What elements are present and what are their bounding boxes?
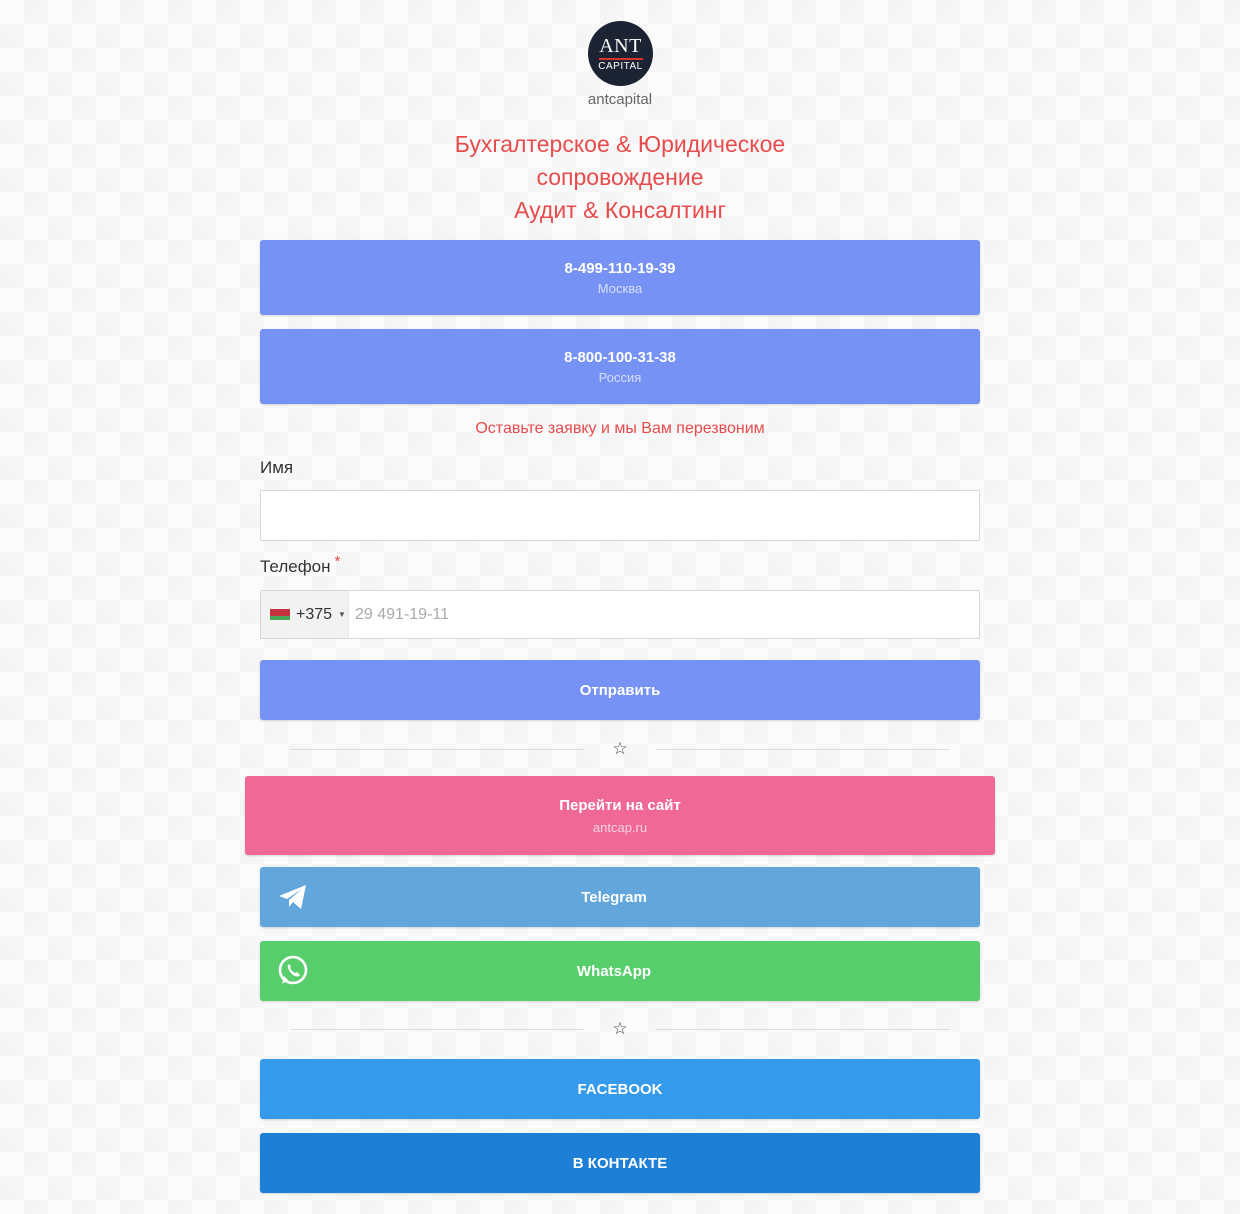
divider-line (656, 749, 950, 750)
whatsapp-icon (278, 955, 308, 985)
caret-down-icon: ▼ (338, 610, 346, 619)
star-icon: ☆ (612, 1019, 628, 1038)
star-icon: ☆ (612, 739, 628, 758)
visit-site-button[interactable]: Перейти на сайт antcap.ru (245, 776, 995, 855)
vkontakte-label: В КОНТАКТЕ (572, 1154, 668, 1172)
facebook-button[interactable]: FACEBOOK (260, 1059, 980, 1119)
phone-input[interactable]: 29 491-19-11 (349, 591, 979, 638)
page: ANT CAPITAL antcapital Бухгалтерское & Ю… (0, 0, 1240, 1214)
vkontakte-button[interactable]: В КОНТАКТЕ (260, 1133, 980, 1193)
divider: ☆ (290, 1019, 950, 1040)
country-code: +375 (296, 605, 333, 623)
logo-text-main: ANT (599, 34, 642, 57)
site-domain: antcap.ru (592, 819, 648, 835)
phone-region: Россия (598, 369, 642, 385)
divider-line (656, 1029, 950, 1030)
phone-input-group: +375 ▼ 29 491-19-11 (260, 590, 980, 639)
name-label-text: Имя (260, 458, 294, 477)
phone-region: Москва (597, 280, 643, 296)
flag-belarus-icon (270, 609, 290, 620)
avatar: ANT CAPITAL (588, 21, 653, 86)
phone-number: 8-499-110-19-39 (564, 259, 676, 277)
headline-line-2: сопровождение (536, 164, 704, 190)
logo-text-sub: CAPITAL (598, 60, 643, 72)
name-input[interactable] (260, 490, 980, 541)
country-code-select[interactable]: +375 ▼ (261, 591, 349, 638)
headline-line-1: Бухгалтерское & Юридическое (454, 131, 786, 157)
page-title: Бухгалтерское & Юридическое сопровождени… (0, 128, 1240, 227)
facebook-label: FACEBOOK (577, 1080, 663, 1098)
phone-label: Телефон * (260, 553, 340, 577)
phone-russia-button[interactable]: 8-800-100-31-38 Россия (260, 329, 980, 404)
divider-line (290, 1029, 584, 1030)
telegram-button[interactable]: Telegram (260, 867, 980, 927)
form-intro: Оставьте заявку и мы Вам перезвоним (475, 420, 765, 437)
logo-divider (598, 57, 643, 60)
divider-line (290, 749, 584, 750)
telegram-label: Telegram (581, 888, 647, 906)
whatsapp-button[interactable]: WhatsApp (260, 941, 980, 1001)
submit-label: Отправить (579, 681, 661, 699)
required-mark: * (334, 553, 341, 570)
name-label: Имя (260, 458, 293, 478)
headline-line-3: Аудит & Консалтинг (514, 197, 726, 223)
telegram-icon (279, 885, 306, 909)
divider: ☆ (290, 739, 950, 760)
username: antcapital (587, 91, 653, 108)
visit-site-label: Перейти на сайт (559, 796, 681, 814)
whatsapp-label: WhatsApp (576, 962, 652, 980)
phone-moscow-button[interactable]: 8-499-110-19-39 Москва (260, 240, 980, 315)
phone-number: 8-800-100-31-38 (564, 348, 676, 366)
submit-button[interactable]: Отправить (260, 660, 980, 720)
phone-placeholder: 29 491-19-11 (355, 605, 449, 623)
phone-label-text: Телефон (260, 557, 331, 576)
